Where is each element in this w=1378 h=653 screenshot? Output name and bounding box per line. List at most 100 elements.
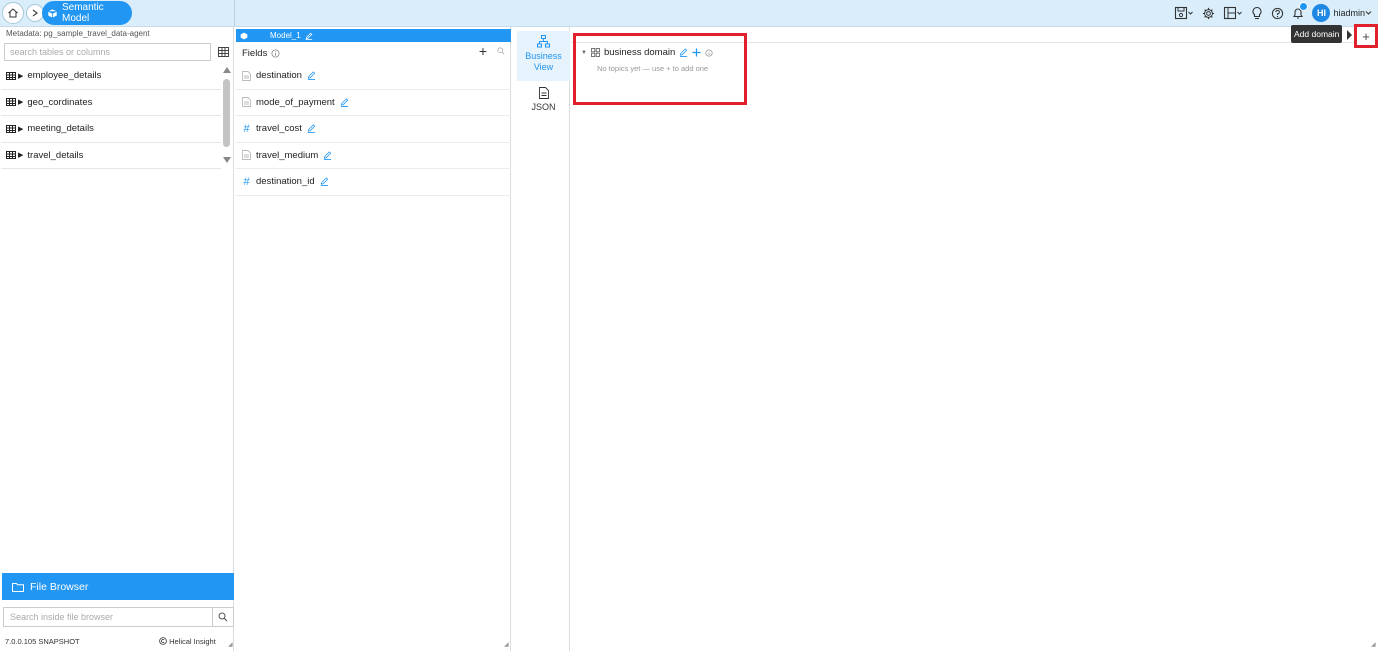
scroll-up-arrow-icon[interactable] [223,67,231,73]
field-item-travel-cost[interactable]: # travel_cost [236,116,511,143]
highlight-box [573,33,747,105]
number-field-icon: # [243,122,250,135]
layout-icon [1224,6,1243,20]
resize-handle-icon[interactable]: ◢ [228,641,233,648]
info-icon[interactable] [271,48,280,58]
field-name: mode_of_payment [256,96,335,108]
top-toolbar: HI hiadmin [1174,2,1372,23]
pencil-icon[interactable] [320,177,329,187]
gear-icon [1203,7,1215,19]
field-item-mode-of-payment[interactable]: mode_of_payment [236,90,511,116]
search-fields-button[interactable] [497,47,505,58]
table-icon [217,47,229,57]
chevron-down-icon [1365,11,1372,15]
fields-title: Fields [242,47,268,59]
json-view-label: JSON [531,102,556,112]
expand-caret-icon[interactable]: ▶ [18,98,23,106]
copyright-text: Helical Insight [169,637,216,646]
field-item-travel-medium[interactable]: travel_medium [236,143,511,169]
notifications-button[interactable] [1292,2,1309,20]
table-item-meeting-details[interactable]: ▶ meeting_details [1,116,221,143]
view-switcher: Business View JSON [517,27,570,651]
business-view-button[interactable]: Business View [517,31,570,81]
pencil-icon[interactable] [340,98,349,107]
tooltip-arrow [1347,30,1352,40]
lightbulb-icon [1252,6,1262,20]
model-tab[interactable]: Model_1 [236,29,511,42]
layout-menu-button[interactable] [1223,6,1243,20]
save-menu-button[interactable] [1174,6,1194,20]
settings-button[interactable] [1202,7,1215,20]
top-bar: Semantic Model HI hiadmin [0,0,1378,27]
grid-view-toggle[interactable] [216,45,230,59]
business-view-label-line2: View [533,62,554,72]
copyright-label: Helical Insight [159,637,216,646]
field-item-destination[interactable]: destination [236,63,511,90]
field-name: destination [256,70,302,82]
metadata-panel: Metadata: pg_sample_travel_data-agent ▶ … [1,27,234,651]
resize-handle-icon[interactable]: ◢ [1371,641,1376,648]
table-icon [6,71,16,80]
business-view-canvas: ▼ business domain No topics yet — use + … [571,24,1378,651]
home-button[interactable] [2,2,24,24]
expand-caret-icon[interactable]: ▶ [18,151,23,159]
table-name: employee_details [27,70,102,82]
expand-caret-icon[interactable]: ▶ [18,72,23,80]
top-divider [234,0,235,27]
cube-icon [240,32,248,39]
file-browser-search-button[interactable] [213,607,234,627]
table-item-travel-details[interactable]: ▶ travel_details [1,143,221,169]
table-icon [6,124,16,133]
breadcrumb-current-label: Semantic Model [62,2,104,24]
table-name: meeting_details [27,123,94,135]
expand-caret-icon[interactable]: ▶ [18,125,23,133]
business-view-label-line1: Business [525,51,562,61]
user-menu[interactable]: hiadmin [1333,8,1372,18]
text-field-icon [242,97,251,108]
scroll-thumb[interactable] [223,79,230,147]
plus-icon: + [1362,28,1370,44]
text-field-icon [242,150,251,161]
table-item-employee-details[interactable]: ▶ employee_details [1,63,221,90]
search-tables-input[interactable] [4,43,211,61]
field-list: destination mode_of_payment # travel_cos… [236,63,511,196]
model-name: Model_1 [270,31,301,40]
table-list: ▶ employee_details ▶ geo_cordinates ▶ me… [1,63,221,169]
field-name: travel_medium [256,149,319,161]
metadata-label: Metadata: pg_sample_travel_data-agent [6,29,150,38]
file-browser-header[interactable]: File Browser [2,573,234,600]
file-browser-label: File Browser [30,580,89,593]
table-icon [6,98,16,107]
table-icon [6,151,16,160]
fields-header: Fields + [236,43,511,63]
avatar[interactable]: HI [1312,4,1331,22]
file-browser-search-input[interactable] [3,607,213,627]
pencil-icon[interactable] [307,124,316,134]
add-field-button[interactable]: + [479,43,487,59]
resize-handle-icon[interactable]: ◢ [504,641,509,648]
add-domain-tooltip: Add domain [1291,25,1343,43]
scroll-down-arrow-icon[interactable] [223,157,231,163]
table-list-scrollbar[interactable] [222,67,232,167]
pencil-icon[interactable] [307,71,316,81]
breadcrumb-semantic-model[interactable]: Semantic Model [42,1,132,25]
table-item-geo-cordinates[interactable]: ▶ geo_cordinates [1,90,221,116]
pencil-icon[interactable] [305,32,313,40]
version-label: 7.0.0.105 SNAPSHOT [5,637,80,646]
table-name: geo_cordinates [27,96,93,108]
cube-icon [47,8,58,18]
field-item-destination-id[interactable]: # destination_id [236,169,511,196]
copyright-icon [159,637,167,645]
search-icon [497,47,505,55]
tips-button[interactable] [1251,6,1263,20]
home-icon [8,8,18,18]
pencil-icon[interactable] [323,151,332,160]
help-button[interactable] [1271,7,1284,20]
field-name: destination_id [256,176,315,188]
folder-icon [12,582,24,592]
user-name: hiadmin [1333,8,1365,18]
json-view-button[interactable]: JSON [517,87,570,117]
document-icon [538,87,549,99]
fields-panel: Model_1 Fields + destination mode_of_pay… [236,27,511,651]
add-domain-button[interactable]: + [1354,24,1378,48]
